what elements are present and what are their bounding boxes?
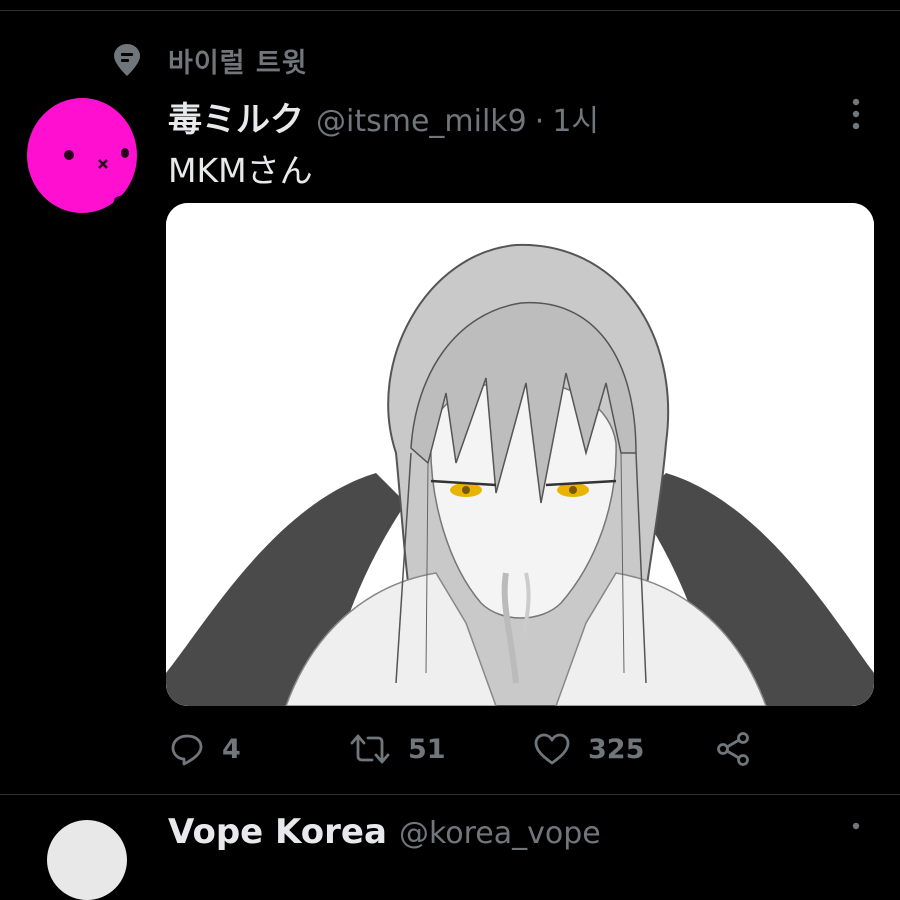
- reply-icon: [171, 734, 203, 766]
- more-vertical-icon: [852, 822, 860, 830]
- next-tweet-avatar[interactable]: [47, 820, 127, 900]
- viral-tweet-label-row: 바이럴 트윗: [112, 40, 308, 80]
- tweet-divider: [0, 794, 900, 795]
- retweet-button[interactable]: 51: [350, 724, 446, 774]
- tweet-actions: 4 51 325: [170, 724, 770, 774]
- more-vertical-icon: [852, 98, 860, 130]
- location-pin-icon: [112, 42, 142, 78]
- top-divider: [0, 10, 900, 11]
- retweet-count: 51: [408, 733, 446, 765]
- reply-button[interactable]: 4: [170, 724, 241, 774]
- tweet-text: MKMさん: [168, 151, 313, 190]
- reply-count: 4: [222, 733, 241, 765]
- heart-icon: [534, 733, 570, 765]
- share-icon: [717, 732, 749, 766]
- next-display-name[interactable]: Vope Korea: [168, 812, 387, 852]
- share-button[interactable]: [716, 724, 750, 774]
- next-user-handle[interactable]: @korea_vope: [399, 816, 601, 851]
- like-count: 325: [588, 733, 645, 765]
- tweet-media-image[interactable]: [166, 203, 874, 706]
- next-tweet-header: Vope Korea @korea_vope: [168, 812, 601, 852]
- display-name[interactable]: 毒ミルク: [168, 92, 304, 141]
- next-more-options-button[interactable]: [838, 810, 874, 832]
- timestamp[interactable]: 1시: [552, 96, 599, 140]
- viral-tweet-label: 바이럴 트윗: [168, 47, 308, 79]
- separator-dot: ·: [534, 104, 545, 139]
- retweet-icon: [350, 734, 390, 764]
- user-handle[interactable]: @itsme_milk9: [316, 104, 527, 139]
- more-options-button[interactable]: [838, 96, 874, 132]
- like-button[interactable]: 325: [534, 724, 644, 774]
- avatar[interactable]: [27, 98, 137, 213]
- tweet-header: 毒ミルク @itsme_milk9 · 1시: [168, 92, 599, 140]
